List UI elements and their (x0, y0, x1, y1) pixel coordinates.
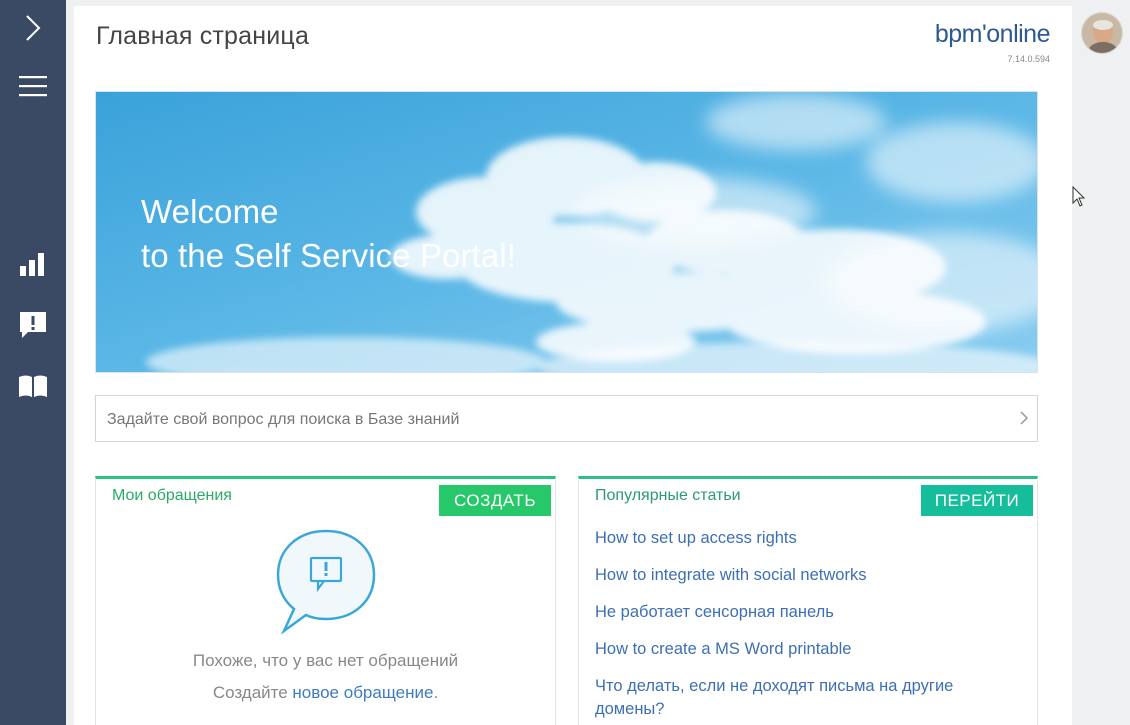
empty-cases-text: Похоже, что у вас нет обращений (192, 651, 459, 670)
create-case-cta: Создайте новое обращение. (96, 683, 555, 703)
sidebar-item-knowledge-base[interactable] (0, 358, 66, 414)
empty-cases-icon (274, 527, 378, 640)
sidebar-item-dashboards[interactable] (0, 236, 66, 292)
bpmonline-logo: bpm'online (934, 20, 1051, 48)
article-link[interactable]: How to set up access rights (595, 527, 1015, 550)
article-link[interactable]: Что делать, если не доходят письма на др… (595, 675, 1015, 721)
article-link[interactable]: How to integrate with social networks (595, 564, 1015, 587)
bar-chart-icon (20, 253, 44, 276)
knowledge-search-input[interactable]: Задайте свой вопрос для поиска в Базе зн… (95, 395, 1038, 442)
cta-suffix: . (433, 683, 439, 702)
welcome-banner: Welcome to the Self Service Portal! (95, 91, 1038, 373)
cta-prefix: Создайте (212, 683, 293, 702)
go-to-articles-button[interactable]: ПЕРЕЙТИ (921, 485, 1033, 516)
hamburger-icon (19, 76, 47, 97)
popular-articles-panel: Популярные статьи ПЕРЕЙТИ How to set up … (578, 476, 1038, 725)
sidebar-item-cases[interactable] (0, 297, 66, 353)
chevron-right-icon (26, 15, 41, 41)
book-icon (19, 375, 47, 397)
chevron-right-icon[interactable] (1019, 410, 1029, 431)
main-content: Главная страница bpm'online 7.14.0.594 W… (74, 6, 1072, 725)
page-title: Главная страница (96, 22, 310, 50)
sidebar-menu-button[interactable] (0, 58, 66, 114)
my-cases-title: Мои обращения (112, 487, 232, 504)
banner-text: Welcome to the Self Service Portal! (141, 190, 516, 278)
sidebar (0, 0, 66, 725)
sidebar-expand-button[interactable] (0, 0, 66, 56)
articles-list: How to set up access rights How to integ… (595, 527, 1015, 725)
banner-line-2: to the Self Service Portal! (141, 237, 517, 274)
banner-line-1: Welcome (141, 193, 279, 230)
user-avatar[interactable] (1081, 12, 1123, 54)
mouse-cursor-icon (1072, 185, 1086, 213)
article-link[interactable]: Не работает сенсорная панель (595, 601, 1015, 624)
my-cases-panel: Мои обращения СОЗДАТЬ Похоже, что у вас … (95, 476, 556, 725)
version-label: 7.14.0.594 (1007, 54, 1050, 64)
new-case-link[interactable]: новое обращение (292, 683, 433, 702)
right-panel (1072, 0, 1130, 725)
search-placeholder: Задайте свой вопрос для поиска в Базе зн… (107, 411, 460, 428)
popular-articles-title: Популярные статьи (595, 487, 741, 504)
speech-exclamation-icon (20, 312, 46, 338)
create-case-button[interactable]: СОЗДАТЬ (439, 485, 551, 516)
article-link[interactable]: How to create a MS Word printable (595, 638, 1015, 661)
